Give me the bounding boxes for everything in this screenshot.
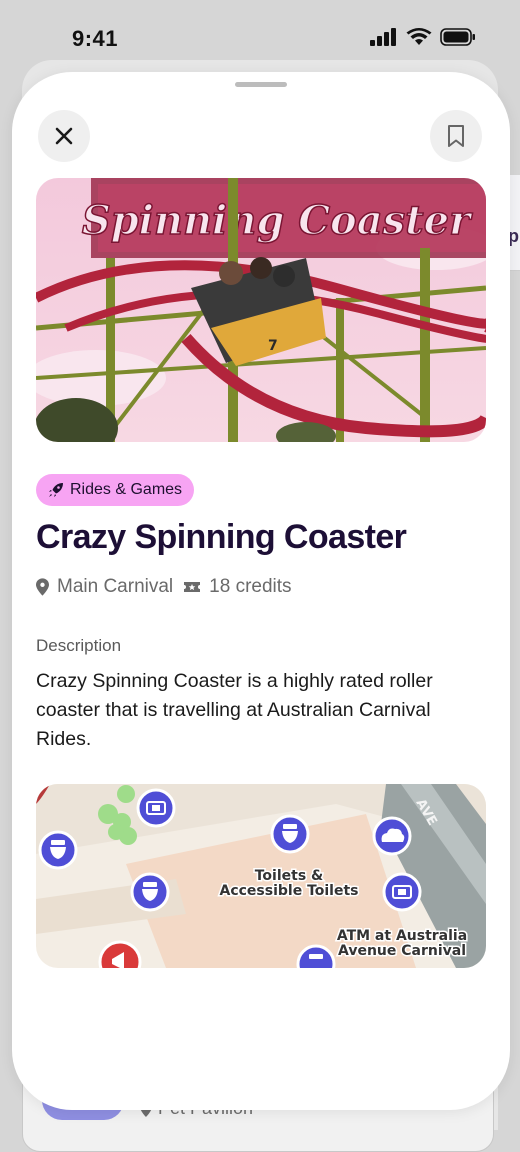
- ride-title: Crazy Spinning Coaster: [36, 518, 407, 556]
- close-button[interactable]: [38, 110, 90, 162]
- map-label-atm-2: Avenue Carnival: [338, 943, 466, 959]
- detail-sheet: Spinning Coaster 7 Rides & Games Crazy S…: [12, 72, 510, 1110]
- ride-location: Main Carnival: [36, 576, 173, 598]
- battery-icon: [440, 28, 475, 46]
- toilet-pin-lower[interactable]: [130, 872, 170, 912]
- wifi-icon: [406, 28, 432, 45]
- description-heading: Description: [36, 636, 122, 655]
- ride-photo: Spinning Coaster 7: [36, 178, 486, 442]
- megaphone-pin[interactable]: [98, 940, 142, 968]
- toilet-pin-bottom[interactable]: [296, 944, 336, 968]
- signal-icon: [370, 28, 396, 46]
- bookmark-icon: [448, 125, 464, 147]
- location-pin-icon: [36, 578, 49, 596]
- coaster-car-number: 7: [268, 338, 278, 354]
- atm-pin[interactable]: [136, 788, 176, 828]
- map-label-toilets-1: Toilets &: [255, 868, 324, 884]
- toilet-pin-center[interactable]: [270, 814, 310, 854]
- toilet-pin-left[interactable]: [38, 830, 78, 870]
- ride-meta: Main Carnival 18 credits: [36, 576, 292, 598]
- status-icons: [370, 28, 476, 46]
- atm-pin-right[interactable]: [382, 872, 422, 912]
- sheet-grabber[interactable]: [235, 82, 287, 87]
- map-label-atm-1: ATM at Australia: [337, 928, 467, 944]
- rocket-icon: [49, 483, 63, 497]
- map-preview[interactable]: AVE Toilets & Accessible Toilets ATM at …: [36, 784, 486, 968]
- ticket-icon: [184, 582, 201, 592]
- description-text: Crazy Spinning Coaster is a highly rated…: [36, 670, 433, 750]
- close-icon: [55, 127, 73, 145]
- cloud-pin[interactable]: [372, 816, 412, 856]
- ride-credits: 18 credits: [183, 576, 292, 598]
- category-pill[interactable]: Rides & Games: [36, 474, 195, 506]
- category-label: Rides & Games: [70, 481, 183, 498]
- ride-location-label: Main Carnival: [57, 576, 174, 597]
- ride-sign-text: Spinning Coaster: [82, 197, 473, 244]
- ride-credits-label: 18 credits: [209, 576, 292, 597]
- bookmark-button[interactable]: [430, 110, 482, 162]
- map-label-toilets-2: Accessible Toilets: [219, 883, 358, 899]
- status-time: 9:41: [72, 26, 119, 51]
